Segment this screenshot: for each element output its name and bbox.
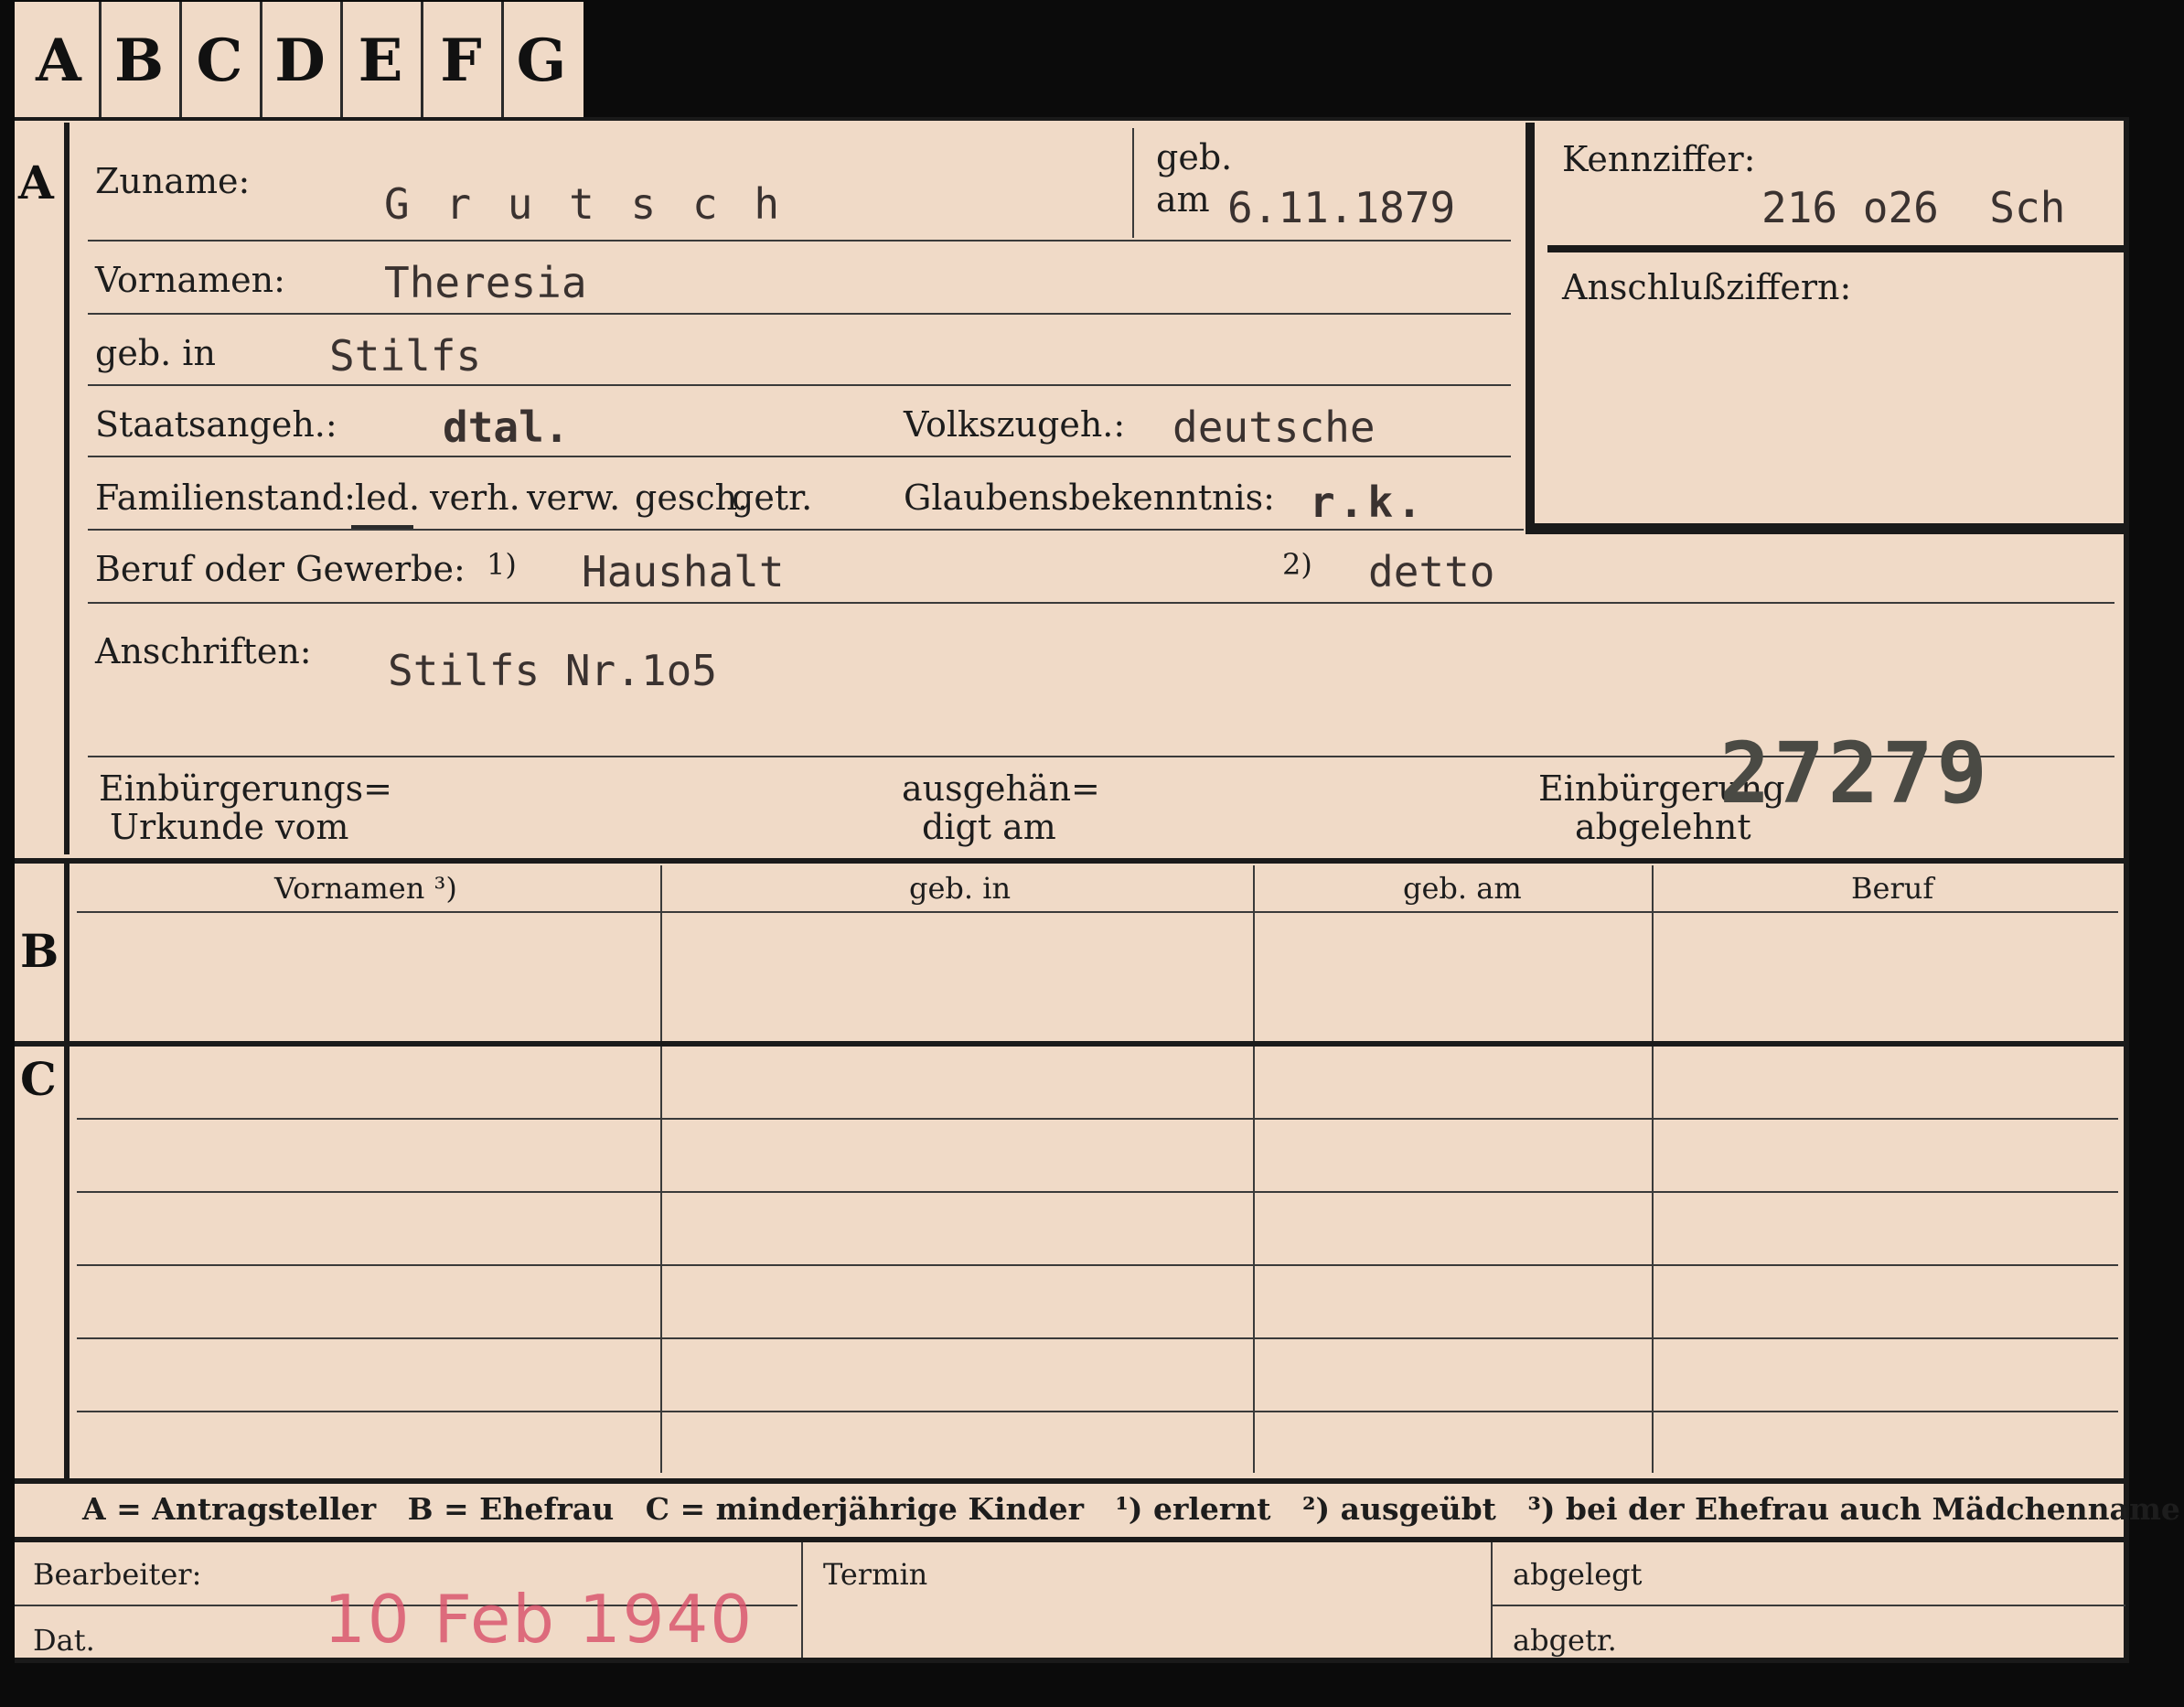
table-header-beruf: Beruf	[1851, 871, 1934, 906]
card-top-border	[15, 117, 2129, 121]
index-tab-strip: A B C D E F G	[15, 2, 583, 119]
abgetr-label: abgetr.	[1513, 1623, 1617, 1658]
table-row-line	[77, 1264, 2118, 1266]
section-b-marker: B	[20, 924, 59, 978]
row-line	[88, 529, 1524, 531]
section-a-rule	[64, 123, 70, 854]
footer-line	[1491, 1605, 2125, 1606]
row-line	[88, 602, 2114, 604]
volkszugeh-value: deutsche	[1172, 403, 1376, 452]
familienstand-option-verw: verw.	[527, 478, 621, 518]
glaubensbekenntnis-label: Glaubensbekenntnis:	[904, 478, 1275, 518]
geb-in-value: Stilfs	[329, 331, 482, 381]
table-row-line	[77, 1191, 2118, 1193]
table-header-geb-am: geb. am	[1403, 871, 1522, 906]
legend-bottom-rule	[15, 1537, 2129, 1542]
card-right-border	[2124, 117, 2129, 1663]
section-c-marker: C	[20, 1052, 57, 1106]
tab-letter: E	[340, 2, 423, 119]
familienstand-option-led: led.	[355, 478, 421, 518]
termin-label: Termin	[823, 1557, 928, 1592]
table-row-line	[77, 1411, 2118, 1412]
table-header-line	[77, 911, 2118, 913]
footnote-2-marker: 2)	[1282, 547, 1312, 582]
dat-label: Dat.	[33, 1623, 95, 1658]
anschriften-label: Anschriften:	[95, 631, 312, 671]
footer-divider	[801, 1542, 803, 1663]
tab-letter: A	[18, 2, 102, 119]
beruf-erlernt-value: Haushalt	[582, 547, 785, 596]
legend-top-rule	[15, 1478, 2129, 1484]
birth-date-value: 6.11.1879	[1227, 183, 1456, 232]
tab-letter: B	[99, 2, 182, 119]
kennziffer-box-left	[1526, 123, 1535, 534]
date-stamp: 10 Feb 1940	[324, 1581, 755, 1658]
footer-divider	[1491, 1542, 1493, 1663]
row-line	[88, 384, 1511, 386]
card-bottom-border	[15, 1658, 2129, 1663]
beruf-label: Beruf oder Gewerbe:	[95, 549, 466, 589]
staatsangeh-label: Staatsangeh.:	[95, 404, 337, 445]
vornamen-label: Vornamen:	[95, 260, 285, 300]
glaubensbekenntnis-value: r.k.	[1310, 478, 1426, 527]
table-column-divider	[1253, 865, 1255, 1473]
am-label: am	[1156, 179, 1210, 220]
einbuergerung-urkunde-label-2: Urkunde vom	[110, 807, 349, 847]
tab-letter: G	[516, 26, 567, 95]
anschlussziffern-label: Anschlußziffern:	[1562, 267, 1852, 307]
table-header-geb-in: geb. in	[909, 871, 1012, 906]
table-row-line	[77, 1118, 2118, 1120]
section-b-top-rule	[15, 858, 2129, 864]
anschrift-value: Stilfs Nr.1o5	[388, 646, 718, 695]
staatsangeh-value: dtal.	[443, 403, 570, 452]
kennziffer-box-rule	[1547, 245, 2124, 252]
familienstand-option-verh: verh.	[430, 478, 520, 518]
zuname-value: G r u t s c h	[384, 179, 786, 229]
table-row-line	[77, 1337, 2118, 1339]
beruf-ausgeuebt-value: detto	[1368, 547, 1495, 596]
row-line	[88, 313, 1511, 315]
ausgehaendigt-label-2: digt am	[922, 807, 1056, 847]
einbuergerung-urkunde-label-1: Einbürgerungs=	[99, 768, 392, 809]
row-line	[88, 240, 1511, 242]
abgelegt-label: abgelegt	[1513, 1557, 1643, 1592]
geb-in-label: geb. in	[95, 333, 216, 373]
kennziffer-label: Kennziffer:	[1562, 139, 1756, 179]
stamped-number: 27279	[1719, 725, 1991, 822]
section-bc-rule	[64, 864, 70, 1478]
row-line	[88, 456, 1511, 457]
volkszugeh-label: Volkszugeh.:	[904, 404, 1126, 445]
ausgehaendigt-label-1: ausgehän=	[902, 768, 1100, 809]
divider	[1132, 128, 1134, 238]
table-header-vornamen: Vornamen ³)	[274, 871, 457, 906]
kennziffer-box-bottom	[1526, 523, 2124, 534]
section-a-marker: A	[18, 156, 54, 209]
tab-letter: C	[179, 2, 262, 119]
table-column-divider	[660, 865, 662, 1473]
footnote-1-marker: 1)	[487, 547, 517, 582]
bearbeiter-label: Bearbeiter:	[33, 1557, 202, 1592]
geb-label: geb.	[1156, 137, 1233, 177]
zuname-label: Zuname:	[95, 161, 251, 201]
familienstand-label: Familienstand:	[95, 478, 356, 518]
section-c-top-rule	[15, 1041, 2129, 1047]
kennziffer-value: 216 o26 Sch	[1761, 183, 2066, 232]
vornamen-value: Theresia	[384, 258, 587, 307]
tab-letter: D	[260, 2, 343, 119]
tab-letter: F	[421, 2, 504, 119]
familienstand-option-getr: getr.	[732, 478, 813, 518]
legend-text: A = Antragsteller B = Ehefrau C = minder…	[82, 1491, 2180, 1527]
table-column-divider	[1652, 865, 1654, 1473]
